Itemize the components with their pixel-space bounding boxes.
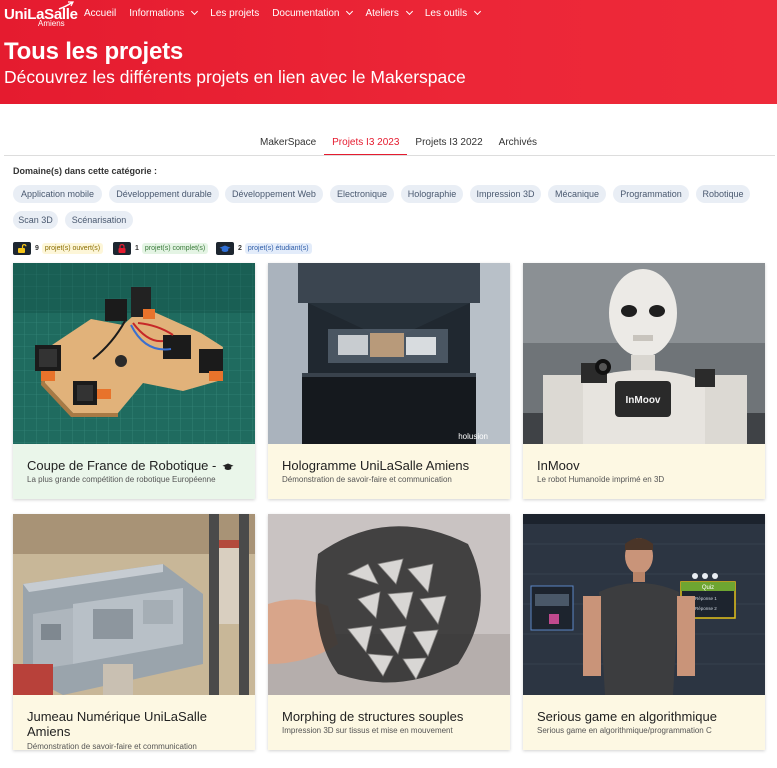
- nav-label: Les projets: [210, 7, 260, 19]
- nav-accueil[interactable]: Accueil: [84, 5, 116, 21]
- project-subtitle: Démonstration de savoir-faire et communi…: [282, 475, 452, 484]
- page-subtitle: Découvrez les différents projets en lien…: [4, 67, 466, 87]
- project-title: InMoov: [537, 458, 580, 473]
- project-subtitle: Serious game en algorithmique/programmat…: [537, 726, 712, 735]
- tab-archives[interactable]: Archivés: [491, 132, 545, 156]
- nav-label: Ateliers: [365, 7, 399, 19]
- project-image-inmoov: InMoov: [523, 263, 765, 444]
- tag-electronique[interactable]: Electronique: [330, 185, 394, 203]
- tag-developpement-durable[interactable]: Développement durable: [109, 185, 219, 203]
- project-image-digital-twin: [13, 514, 255, 695]
- project-title: Jumeau Numérique UniLaSalle Amiens: [27, 709, 207, 739]
- nav-label: Informations: [129, 7, 185, 19]
- legend-complete[interactable]: 1 projet(s) complet(s): [113, 242, 209, 255]
- tag-holographie[interactable]: Holographie: [401, 185, 463, 203]
- nav-ateliers[interactable]: Ateliers: [365, 5, 413, 21]
- legend-count: 2: [238, 245, 242, 252]
- tag-scan-3d[interactable]: Scan 3D: [13, 211, 58, 229]
- legend-student[interactable]: 2 projet(s) étudiant(s): [216, 242, 312, 255]
- project-image-serious-game: Quiz Réponse 1 Réponse 2: [523, 514, 765, 695]
- tag-developpement-web[interactable]: Développement Web: [225, 185, 323, 203]
- page-header: UniLaSalle Amiens Accueil Informations L…: [0, 0, 777, 104]
- logo-subtext: Amiens: [38, 19, 65, 28]
- project-title-text: Coupe de France de Robotique -: [27, 458, 217, 473]
- project-title: Morphing de structures souples: [282, 709, 464, 724]
- tag-application-mobile[interactable]: Application mobile: [13, 185, 102, 203]
- project-image-morphing: [268, 514, 510, 695]
- unlock-icon: [13, 242, 31, 255]
- nav-documentation[interactable]: Documentation: [272, 5, 354, 21]
- project-card[interactable]: Jumeau Numérique UniLaSalle Amiens Démon…: [13, 514, 255, 751]
- project-subtitle: Démonstration de savoir-faire et communi…: [27, 742, 197, 751]
- project-title: Hologramme UniLaSalle Amiens: [282, 458, 470, 473]
- project-subtitle: Le robot Humanoïde imprimé en 3D: [537, 475, 665, 484]
- chevron-down-icon: [474, 7, 482, 16]
- tab-projets-i3-2022[interactable]: Projets I3 2022: [407, 132, 490, 156]
- lock-icon: [113, 242, 131, 255]
- game-node-row: Réponse 2: [695, 606, 717, 611]
- chevron-down-icon: [191, 7, 199, 16]
- project-title: Coupe de France de Robotique -: [27, 458, 234, 474]
- tag-mecanique[interactable]: Mécanique: [548, 185, 606, 203]
- legend-label: projet(s) ouvert(s): [41, 243, 104, 254]
- domains-label: Domaine(s) dans cette catégorie :: [13, 166, 158, 176]
- project-subtitle: La plus grande compétition de robotique …: [27, 475, 216, 484]
- nav-les-projets[interactable]: Les projets: [210, 5, 259, 21]
- graduation-cap-icon: [216, 242, 234, 255]
- game-node-title: Quiz: [702, 585, 714, 591]
- project-card[interactable]: Quiz Réponse 1 Réponse 2 Serious game en…: [523, 514, 765, 750]
- game-node-row: Réponse 1: [695, 596, 717, 601]
- nav-les-outils[interactable]: Les outils: [424, 5, 482, 21]
- page-title: Tous les projets: [4, 38, 184, 65]
- legend-label: projet(s) étudiant(s): [244, 243, 312, 254]
- project-subtitle: Impression 3D sur tissus et mise en mouv…: [282, 726, 453, 735]
- chest-logo-text: InMoov: [626, 395, 661, 406]
- holusion-watermark: holusion: [458, 432, 488, 441]
- main-nav: Accueil Informations Les projets Documen…: [84, 5, 493, 21]
- nav-label: Documentation: [272, 7, 340, 19]
- legend-open[interactable]: 9 projet(s) ouvert(s): [13, 242, 104, 255]
- tag-programmation[interactable]: Programmation: [613, 185, 689, 203]
- legend-count: 1: [135, 245, 139, 252]
- nav-informations[interactable]: Informations: [129, 5, 199, 21]
- project-card[interactable]: Coupe de France de Robotique - La plus g…: [13, 263, 255, 499]
- project-card[interactable]: holusion Hologramme UniLaSalle Amiens Dé…: [268, 263, 510, 499]
- project-title: Serious game en algorithmique: [537, 709, 717, 724]
- legend-count: 9: [35, 245, 39, 252]
- project-card[interactable]: Morphing de structures souples Impressio…: [268, 514, 510, 750]
- tag-impression-3d[interactable]: Impression 3D: [470, 185, 541, 203]
- tab-makerspace[interactable]: MakerSpace: [252, 132, 324, 156]
- graduation-cap-icon: [222, 459, 234, 474]
- nav-label: Les outils: [424, 7, 468, 19]
- project-image-hologram: holusion: [268, 263, 510, 444]
- legend-label: projet(s) complet(s): [141, 243, 209, 254]
- tab-projets-i3-2023[interactable]: Projets I3 2023: [324, 132, 408, 156]
- project-card[interactable]: InMoov InMoov Le robot Humanoïde imprimé…: [523, 263, 765, 499]
- category-tabs: MakerSpace Projets I3 2023 Projets I3 20…: [252, 132, 545, 156]
- tabs-divider: [4, 155, 775, 156]
- nav-label: Accueil: [84, 7, 117, 19]
- tag-robotique[interactable]: Robotique: [696, 185, 750, 203]
- chevron-down-icon: [346, 7, 354, 16]
- logo-swoosh-icon: [58, 1, 74, 10]
- unilasalle-logo[interactable]: UniLaSalle Amiens: [4, 1, 78, 28]
- tag-scenarisation[interactable]: Scénarisation: [65, 211, 133, 229]
- chevron-down-icon: [405, 7, 413, 16]
- project-image-robot: [13, 263, 255, 444]
